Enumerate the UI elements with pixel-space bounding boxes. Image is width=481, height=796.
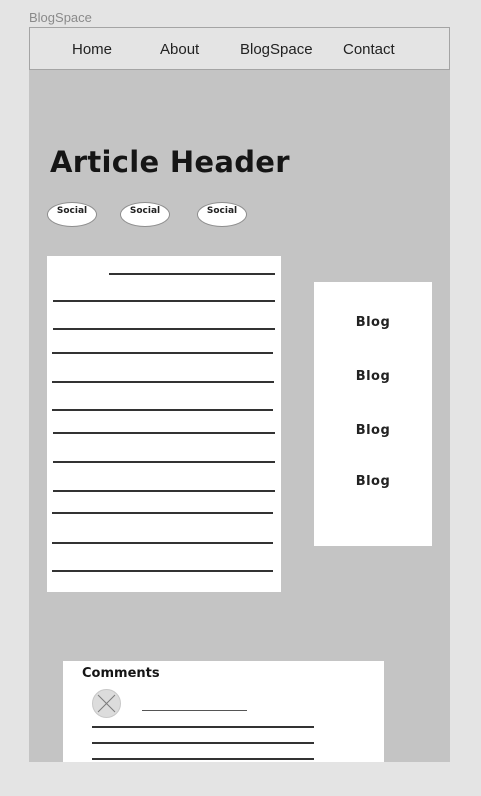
social-button-3[interactable]: Social <box>197 202 247 227</box>
text-line <box>109 273 275 275</box>
text-line <box>53 300 275 302</box>
nav-home[interactable]: Home <box>72 41 112 58</box>
avatar-placeholder-icon <box>92 689 121 718</box>
blog-link-3[interactable]: Blog <box>314 423 432 438</box>
text-line <box>52 381 274 383</box>
comment-text-line <box>92 758 314 760</box>
comments-title: Comments <box>82 666 160 681</box>
blog-link-1[interactable]: Blog <box>314 315 432 330</box>
text-line <box>52 352 273 354</box>
page-canvas: Home About BlogSpace Contact Article Hea… <box>29 27 450 762</box>
frame-label: BlogSpace <box>29 10 92 25</box>
text-line <box>53 461 275 463</box>
navbar: Home About BlogSpace Contact <box>29 27 450 70</box>
comment-text-line <box>92 726 314 728</box>
article-body <box>47 256 281 592</box>
comments-section: Comments <box>63 661 384 762</box>
text-line <box>52 542 273 544</box>
social-button-1[interactable]: Social <box>47 202 97 227</box>
text-line <box>53 328 275 330</box>
blog-sidebar: Blog Blog Blog Blog <box>314 282 432 546</box>
social-button-2[interactable]: Social <box>120 202 170 227</box>
text-line <box>52 570 273 572</box>
blog-link-4[interactable]: Blog <box>314 474 432 489</box>
comment-author-line <box>142 710 247 711</box>
nav-about[interactable]: About <box>160 41 199 58</box>
comment-text-line <box>92 742 314 744</box>
text-line <box>52 409 273 411</box>
text-line <box>52 512 273 514</box>
nav-blogspace[interactable]: BlogSpace <box>240 41 313 58</box>
text-line <box>53 490 275 492</box>
blog-link-2[interactable]: Blog <box>314 369 432 384</box>
article-header: Article Header <box>50 145 290 179</box>
nav-contact[interactable]: Contact <box>343 41 395 58</box>
text-line <box>53 432 275 434</box>
